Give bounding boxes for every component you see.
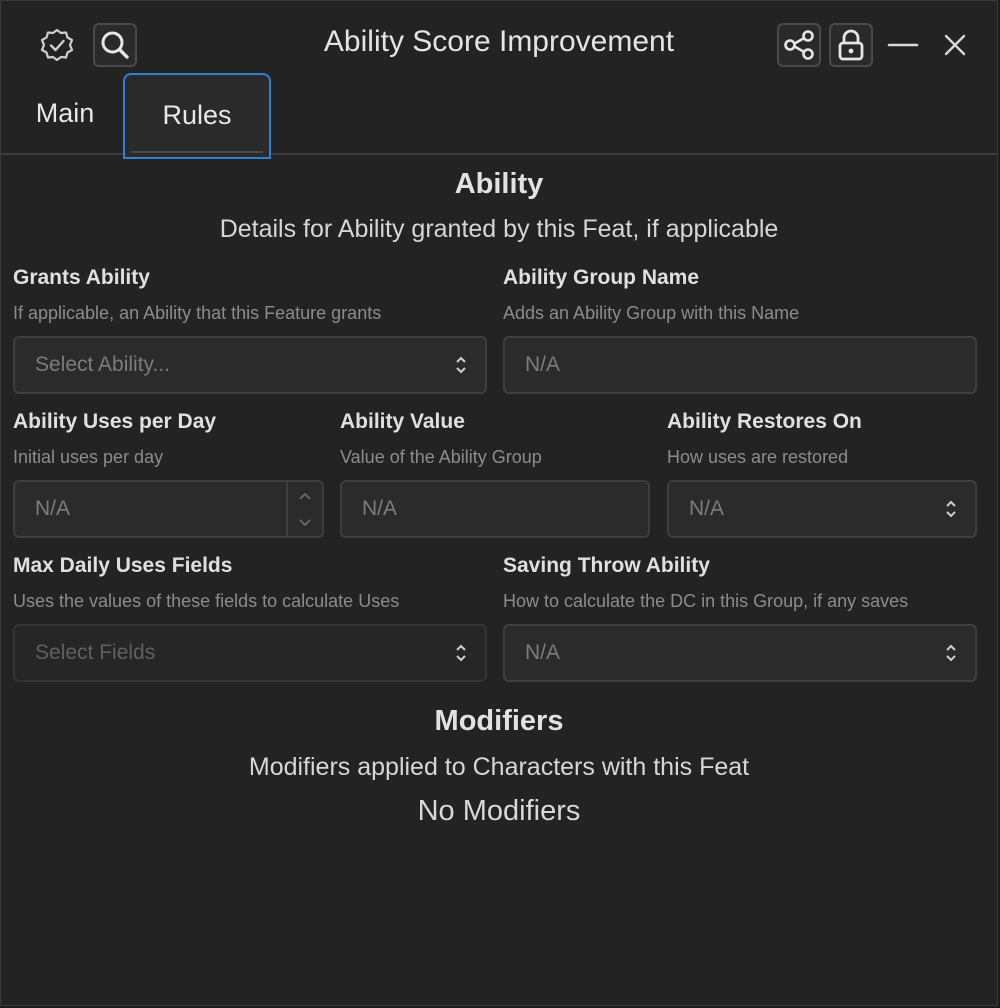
max-daily-uses-label: Max Daily Uses Fields [13, 554, 233, 577]
uses-per-day-hint: Initial uses per day [13, 447, 164, 467]
ability-section-description: Details for Ability granted by this Feat… [219, 215, 779, 243]
window-title: Ability Score Improvement [323, 25, 675, 58]
ability-value-input[interactable]: N/A [340, 480, 650, 538]
close-icon[interactable] [937, 27, 973, 63]
max-daily-uses-select-value: Select Fields [35, 641, 156, 664]
tab-main[interactable]: Main [5, 73, 125, 153]
verified-badge-icon[interactable] [35, 23, 79, 67]
tab-rules[interactable]: Rules [123, 73, 271, 159]
chevron-up-down-icon [946, 644, 956, 662]
modifiers-section-title: Modifiers [434, 705, 564, 737]
no-modifiers-text: No Modifiers [417, 795, 581, 827]
ability-group-name-label: Ability Group Name [503, 266, 700, 289]
stepper-increment-icon[interactable] [288, 482, 322, 509]
restores-on-label: Ability Restores On [667, 410, 862, 433]
ability-value-input-value: N/A [362, 497, 398, 520]
chevron-up-down-icon [946, 500, 956, 518]
restores-on-hint: How uses are restored [667, 447, 849, 467]
saving-throw-select[interactable]: N/A [503, 624, 977, 682]
grants-ability-label: Grants Ability [13, 266, 150, 289]
restores-on-select-value: N/A [689, 497, 725, 520]
stepper-buttons [286, 482, 322, 536]
uses-per-day-label: Ability Uses per Day [13, 410, 217, 433]
max-daily-uses-select[interactable]: Select Fields [13, 624, 487, 682]
tab-bar: Main Rules [1, 73, 997, 159]
uses-per-day-stepper-value: N/A [35, 497, 71, 520]
chevron-up-down-icon [456, 644, 466, 662]
saving-throw-label: Saving Throw Ability [503, 554, 710, 577]
ability-value-label: Ability Value [340, 410, 465, 433]
ability-group-name-input-value: N/A [525, 353, 561, 376]
grants-ability-select-value: Select Ability... [35, 353, 171, 376]
grants-ability-hint: If applicable, an Ability that this Feat… [13, 303, 382, 323]
max-daily-uses-hint: Uses the values of these fields to calcu… [13, 591, 400, 611]
minimize-icon[interactable] [885, 27, 921, 63]
title-bar: Ability Score Improvement [1, 1, 997, 81]
feat-window: Ability Score Improvement Main Rules Abi… [0, 0, 998, 1006]
lock-icon[interactable] [829, 23, 873, 67]
saving-throw-select-value: N/A [525, 641, 561, 664]
ability-section-title: Ability [454, 168, 544, 200]
uses-per-day-stepper[interactable]: N/A [13, 480, 324, 538]
saving-throw-hint: How to calculate the DC in this Group, i… [503, 591, 909, 611]
modifiers-section-description: Modifiers applied to Characters with thi… [248, 753, 750, 781]
search-icon[interactable] [93, 23, 137, 67]
ability-group-name-hint: Adds an Ability Group with this Name [503, 303, 800, 323]
share-icon[interactable] [777, 23, 821, 67]
tab-rules-label: Rules [131, 79, 263, 153]
ability-value-hint: Value of the Ability Group [340, 447, 542, 467]
ability-group-name-input[interactable]: N/A [503, 336, 977, 394]
stepper-decrement-icon[interactable] [288, 509, 322, 536]
restores-on-select[interactable]: N/A [667, 480, 977, 538]
chevron-up-down-icon [456, 356, 466, 374]
grants-ability-select[interactable]: Select Ability... [13, 336, 487, 394]
